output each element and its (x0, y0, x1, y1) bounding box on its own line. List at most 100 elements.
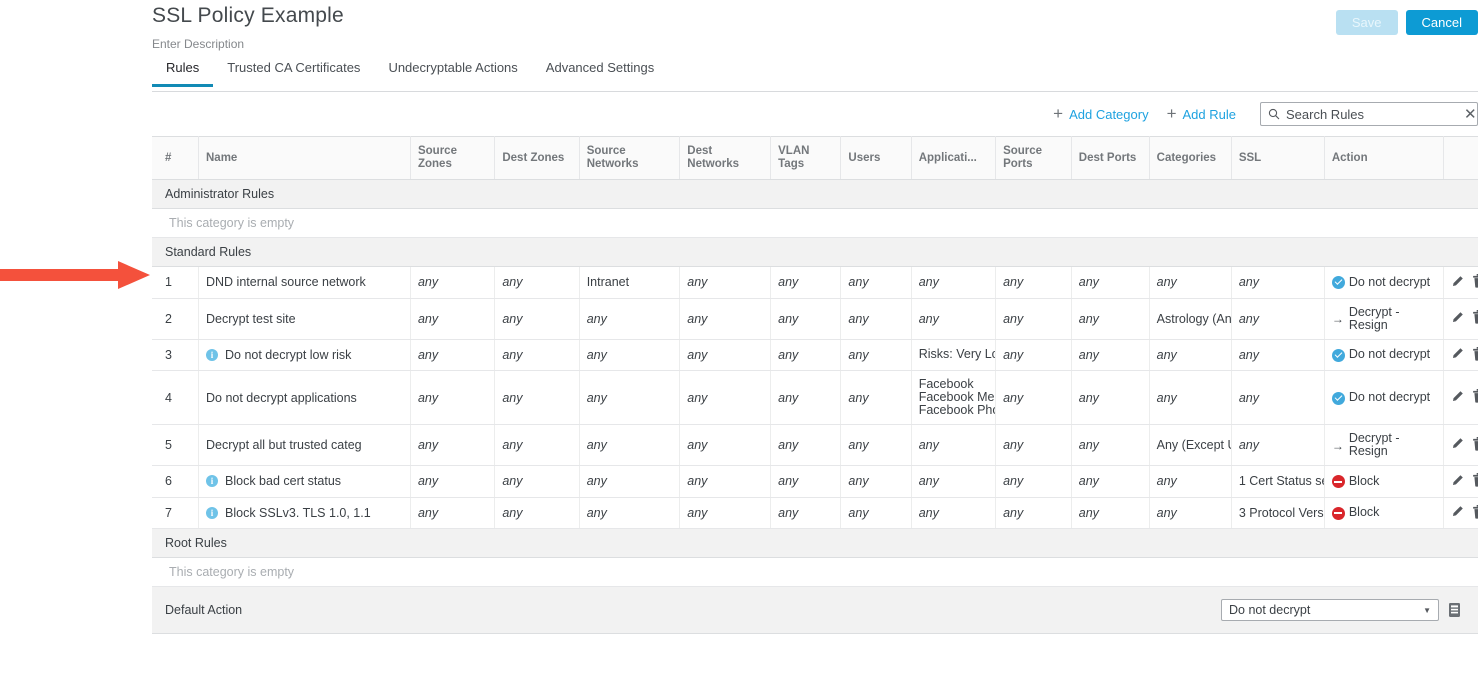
trash-icon[interactable] (1472, 310, 1478, 324)
cell-source-ports[interactable]: any (995, 266, 1072, 299)
cell-categories[interactable]: any (1149, 497, 1232, 529)
cell-categories[interactable]: any (1149, 465, 1232, 498)
cell-dest-ports[interactable]: any (1071, 424, 1150, 466)
cell-dest-ports[interactable]: any (1071, 298, 1150, 340)
tab-advanced-settings[interactable]: Advanced Settings (532, 60, 668, 84)
cell-vlan-tags[interactable]: any (770, 497, 842, 529)
cell-dest-ports[interactable]: any (1071, 370, 1150, 425)
cell-dest-zones[interactable]: any (494, 497, 580, 529)
cell-users[interactable]: any (840, 370, 912, 425)
column-header-source-zones[interactable]: Source Zones (410, 136, 496, 180)
cell-source-zones[interactable]: any (410, 497, 496, 529)
cell-users[interactable]: any (840, 339, 912, 371)
trash-icon[interactable] (1472, 274, 1478, 288)
pencil-icon[interactable] (1451, 390, 1464, 403)
cell-dest-ports[interactable]: any (1071, 497, 1150, 529)
cell-ssl[interactable]: 1 Cert Status se (1231, 465, 1325, 498)
cell-source-networks[interactable]: any (579, 424, 681, 466)
cell-source-networks[interactable]: any (579, 298, 681, 340)
trash-icon[interactable] (1472, 473, 1478, 487)
save-button[interactable]: Save (1335, 10, 1398, 35)
cell-action[interactable]: Block (1324, 497, 1444, 529)
category-header-row[interactable]: Standard Rules (152, 237, 1478, 267)
cell-action[interactable]: → Decrypt - Resign (1324, 424, 1444, 466)
column-header-ssl[interactable]: SSL (1231, 136, 1325, 180)
cell-dest-zones[interactable]: any (494, 370, 580, 425)
trash-icon[interactable] (1472, 504, 1478, 519)
trash-icon[interactable] (1472, 389, 1478, 403)
table-row[interactable]: 3 i Do not decrypt low risk any any any any any… (152, 339, 1478, 371)
cell-dest-zones[interactable]: any (494, 339, 580, 371)
category-header-row[interactable]: Administrator Rules (152, 179, 1478, 209)
tab-trusted-ca-certificates[interactable]: Trusted CA Certificates (213, 60, 374, 84)
cell-dest-networks[interactable]: any (679, 465, 772, 498)
cell-ssl[interactable]: any (1231, 424, 1325, 466)
pencil-icon[interactable] (1451, 505, 1464, 518)
add-category-button[interactable]: + Add Category (1053, 105, 1148, 123)
column-header-users[interactable]: Users (840, 136, 912, 180)
cell-source-zones[interactable]: any (410, 339, 496, 371)
cell-vlan-tags[interactable]: any (770, 266, 842, 299)
cell-vlan-tags[interactable]: any (770, 298, 842, 340)
column-header-categories[interactable]: Categories (1149, 136, 1232, 180)
cell-action[interactable]: → Decrypt - Resign (1324, 298, 1444, 340)
tab-rules[interactable]: Rules (152, 60, 214, 87)
cell-categories[interactable]: Astrology (Any (1149, 298, 1232, 340)
pencil-icon[interactable] (1451, 437, 1464, 450)
cell-users[interactable]: any (840, 497, 912, 529)
cell-source-zones[interactable]: any (410, 370, 496, 425)
cell-dest-ports[interactable]: any (1071, 266, 1150, 299)
column-header-number[interactable]: # (152, 136, 199, 180)
cell-ssl[interactable]: any (1231, 298, 1325, 340)
cell-dest-zones[interactable]: any (494, 424, 580, 466)
column-header-applications[interactable]: Applicati... (911, 136, 997, 180)
rule-name-cell[interactable]: Do not decrypt applications (198, 370, 411, 425)
cell-source-networks[interactable]: any (579, 465, 681, 498)
cell-dest-networks[interactable]: any (679, 424, 772, 466)
rule-name-cell[interactable]: i Block SSLv3. TLS 1.0, 1.1 (198, 497, 411, 529)
cancel-button[interactable]: Cancel (1405, 10, 1478, 35)
cell-applications[interactable]: any (911, 424, 997, 466)
column-header-source-ports[interactable]: Source Ports (995, 136, 1072, 180)
info-icon[interactable]: i (206, 348, 218, 361)
cell-source-ports[interactable]: any (995, 339, 1072, 371)
cell-users[interactable]: any (840, 298, 912, 340)
cell-applications[interactable]: Risks: Very Lo (911, 339, 997, 371)
cell-ssl[interactable]: any (1231, 266, 1325, 299)
cell-action[interactable]: Block (1324, 465, 1444, 498)
cell-source-ports[interactable]: any (995, 370, 1072, 425)
cell-source-ports[interactable]: any (995, 298, 1072, 340)
column-header-source-networks[interactable]: Source Networks (579, 136, 681, 180)
cell-users[interactable]: any (840, 424, 912, 466)
cell-source-ports[interactable]: any (995, 424, 1072, 466)
cell-applications[interactable]: any (911, 497, 997, 529)
cell-vlan-tags[interactable]: any (770, 339, 842, 371)
cell-applications[interactable]: any (911, 465, 997, 498)
cell-source-zones[interactable]: any (410, 424, 496, 466)
rule-name-cell[interactable]: Decrypt all but trusted categ (198, 424, 411, 466)
cell-source-networks[interactable]: any (579, 370, 681, 425)
table-row[interactable]: 7 i Block SSLv3. TLS 1.0, 1.1 any any any any a… (152, 497, 1478, 529)
cell-dest-zones[interactable]: any (494, 298, 580, 340)
search-rules-box[interactable]: ✕ (1260, 102, 1478, 126)
cell-vlan-tags[interactable]: any (770, 424, 842, 466)
cell-applications[interactable]: Facebook Facebook Mes Facebook Phot (911, 370, 997, 425)
cell-dest-ports[interactable]: any (1071, 465, 1150, 498)
cell-categories[interactable]: any (1149, 339, 1232, 371)
trash-icon[interactable] (1472, 436, 1478, 451)
rule-name-cell[interactable]: i Do not decrypt low risk (198, 339, 411, 371)
rule-name-cell[interactable]: i Block bad cert status (198, 465, 411, 498)
category-header-row[interactable]: Root Rules (152, 528, 1478, 558)
cell-vlan-tags[interactable]: any (770, 370, 842, 425)
logging-icon[interactable] (1448, 602, 1461, 618)
cell-categories[interactable]: any (1149, 370, 1232, 425)
pencil-icon[interactable] (1451, 474, 1464, 487)
cell-source-networks[interactable]: any (579, 339, 681, 371)
close-icon[interactable]: ✕ (1464, 107, 1477, 122)
pencil-icon[interactable] (1451, 347, 1464, 360)
search-input[interactable] (1284, 105, 1464, 123)
cell-source-zones[interactable]: any (410, 465, 496, 498)
cell-source-zones[interactable]: any (410, 298, 496, 340)
cell-dest-zones[interactable]: any (494, 266, 580, 299)
column-header-vlan-tags[interactable]: VLAN Tags (770, 136, 842, 180)
